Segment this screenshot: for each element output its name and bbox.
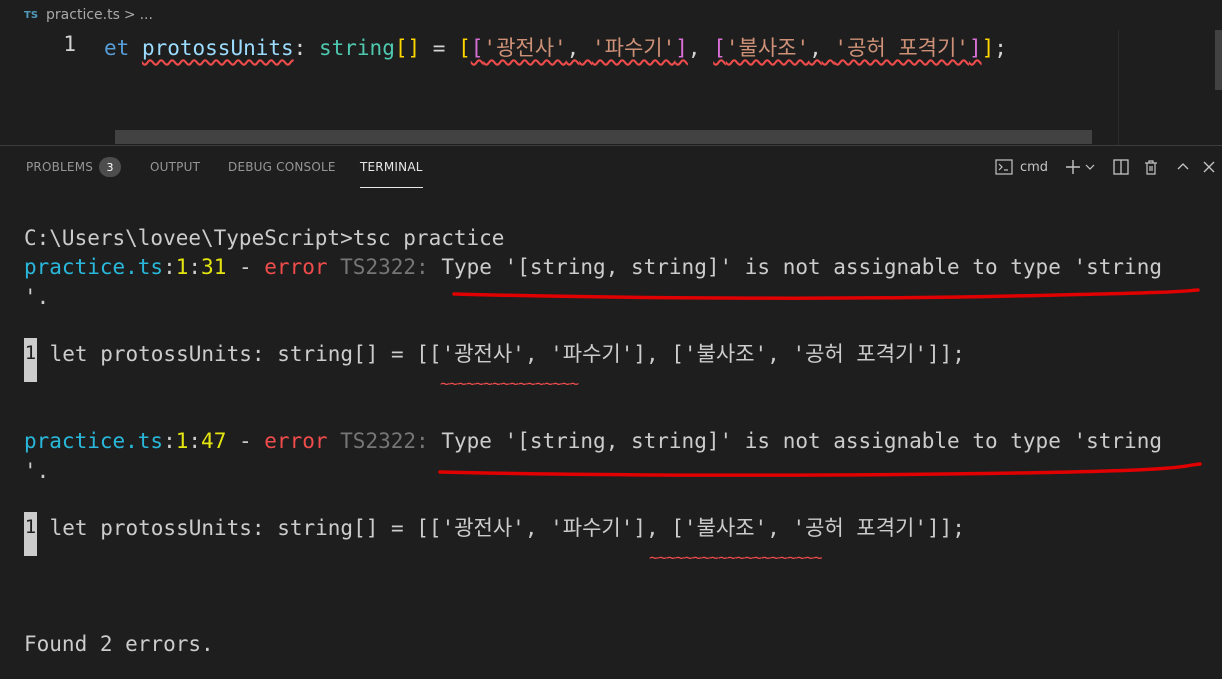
token-bracket: [	[713, 36, 726, 60]
gutter-marker: 1	[24, 512, 37, 556]
token-bracket: ]	[981, 36, 995, 60]
token-equals: =	[432, 36, 446, 60]
error-tildes: ~~~~~~~~~~~~~~~~~~~~	[649, 548, 823, 567]
error-source-line: let protossUnits: string[] = [['광전사', '파…	[37, 342, 965, 366]
split-terminal-icon[interactable]	[1110, 156, 1132, 178]
chevron-down-icon[interactable]	[1084, 156, 1096, 178]
error-line: practice.ts:1:31 - error TS2322: Type '[…	[24, 255, 1162, 279]
error-line-number: 1	[175, 255, 189, 279]
line-number: 1	[63, 32, 76, 56]
error-file: practice.ts	[24, 429, 164, 453]
problems-count-badge: 3	[99, 157, 122, 177]
token-semicolon: ;	[994, 36, 1007, 60]
terminal-shell-label[interactable]: cmd	[1020, 160, 1048, 175]
error-source-line: let protossUnits: string[] = [['광전사', '파…	[37, 516, 965, 540]
error-separator: -	[226, 429, 265, 453]
breadcrumb: TS practice.ts > ...	[0, 0, 1222, 30]
token-string: '불사조'	[725, 36, 810, 60]
horizontal-scrollbar[interactable]	[115, 130, 1092, 144]
gutter-marker: 1	[24, 338, 37, 382]
breadcrumb-file[interactable]: practice.ts	[46, 7, 120, 23]
token-array-brackets: []	[394, 36, 421, 60]
error-level: error	[264, 255, 328, 279]
error-level: error	[264, 429, 328, 453]
token-string: '광전사'	[483, 36, 567, 60]
token-comma: ,	[809, 36, 822, 60]
token-variable: protossUnits	[141, 36, 294, 60]
tab-debug-console[interactable]: DEBUG CONSOLE	[228, 146, 336, 188]
code-line[interactable]: et protossUnits: string[] = [['광전사', '파수…	[104, 32, 1007, 62]
tab-problems[interactable]: PROBLEMS 3	[26, 146, 122, 188]
error-line-number: 1	[175, 429, 189, 453]
token-bracket: ]	[968, 36, 982, 60]
error-column: 47	[201, 429, 227, 453]
chevron-right-icon: >	[123, 7, 136, 23]
error-file: practice.ts	[24, 255, 164, 279]
token-bracket: [	[470, 36, 484, 60]
vertical-scrollbar[interactable]	[1215, 30, 1222, 90]
token-bracket: [	[458, 36, 471, 60]
minimap-divider	[1118, 30, 1119, 145]
breadcrumb-more[interactable]: ...	[140, 7, 153, 23]
error-message: Type '[string, string]' is not assignabl…	[441, 255, 1162, 279]
token-string: '공허 포격기'	[834, 36, 969, 60]
error-code: TS2322:	[340, 429, 429, 453]
panel-tab-bar: PROBLEMS 3 OUTPUT DEBUG CONSOLE TERMINAL…	[0, 146, 1222, 188]
error-message: Type '[string, string]' is not assignabl…	[441, 429, 1162, 453]
token-type: string	[318, 36, 395, 60]
tab-label: TERMINAL	[360, 160, 423, 174]
tab-label: PROBLEMS	[26, 160, 94, 174]
red-underline-annotation	[452, 288, 1200, 300]
tab-output[interactable]: OUTPUT	[150, 146, 200, 188]
trash-icon[interactable]	[1140, 156, 1162, 178]
token-comma: ,	[566, 36, 580, 60]
error-column: 31	[201, 255, 227, 279]
error-line: practice.ts:1:47 - error TS2322: Type '[…	[24, 429, 1162, 453]
red-underline-annotation	[438, 462, 1202, 477]
error-tildes: ~~~~~~~~~~~~~~~~	[440, 374, 579, 393]
tab-terminal[interactable]: TERMINAL	[360, 146, 423, 188]
close-icon[interactable]	[1198, 156, 1220, 178]
terminal-command: C:\Users\lovee\TypeScript>tsc practice	[24, 226, 505, 250]
chevron-up-icon[interactable]	[1172, 156, 1194, 178]
code-editor[interactable]: 1 et protossUnits: string[] = [['광전사', '…	[0, 30, 1222, 145]
token-colon: :	[293, 36, 307, 60]
terminal-icon	[992, 156, 1016, 178]
token-keyword: et	[104, 36, 130, 60]
error-separator: -	[226, 255, 265, 279]
token-string: '파수기'	[591, 36, 676, 60]
tab-label: DEBUG CONSOLE	[228, 160, 336, 174]
error-message-wrap: '.	[24, 285, 50, 309]
typescript-file-icon: TS	[24, 9, 39, 21]
error-summary: Found 2 errors.	[24, 632, 214, 656]
token-bracket: ]	[675, 36, 688, 60]
token-comma: ,	[687, 36, 701, 60]
error-message-wrap: '.	[24, 459, 50, 483]
terminal-toolbar: cmd	[992, 146, 1220, 188]
error-code: TS2322:	[340, 255, 429, 279]
tab-label: OUTPUT	[150, 160, 201, 174]
add-terminal-icon[interactable]	[1062, 156, 1084, 178]
